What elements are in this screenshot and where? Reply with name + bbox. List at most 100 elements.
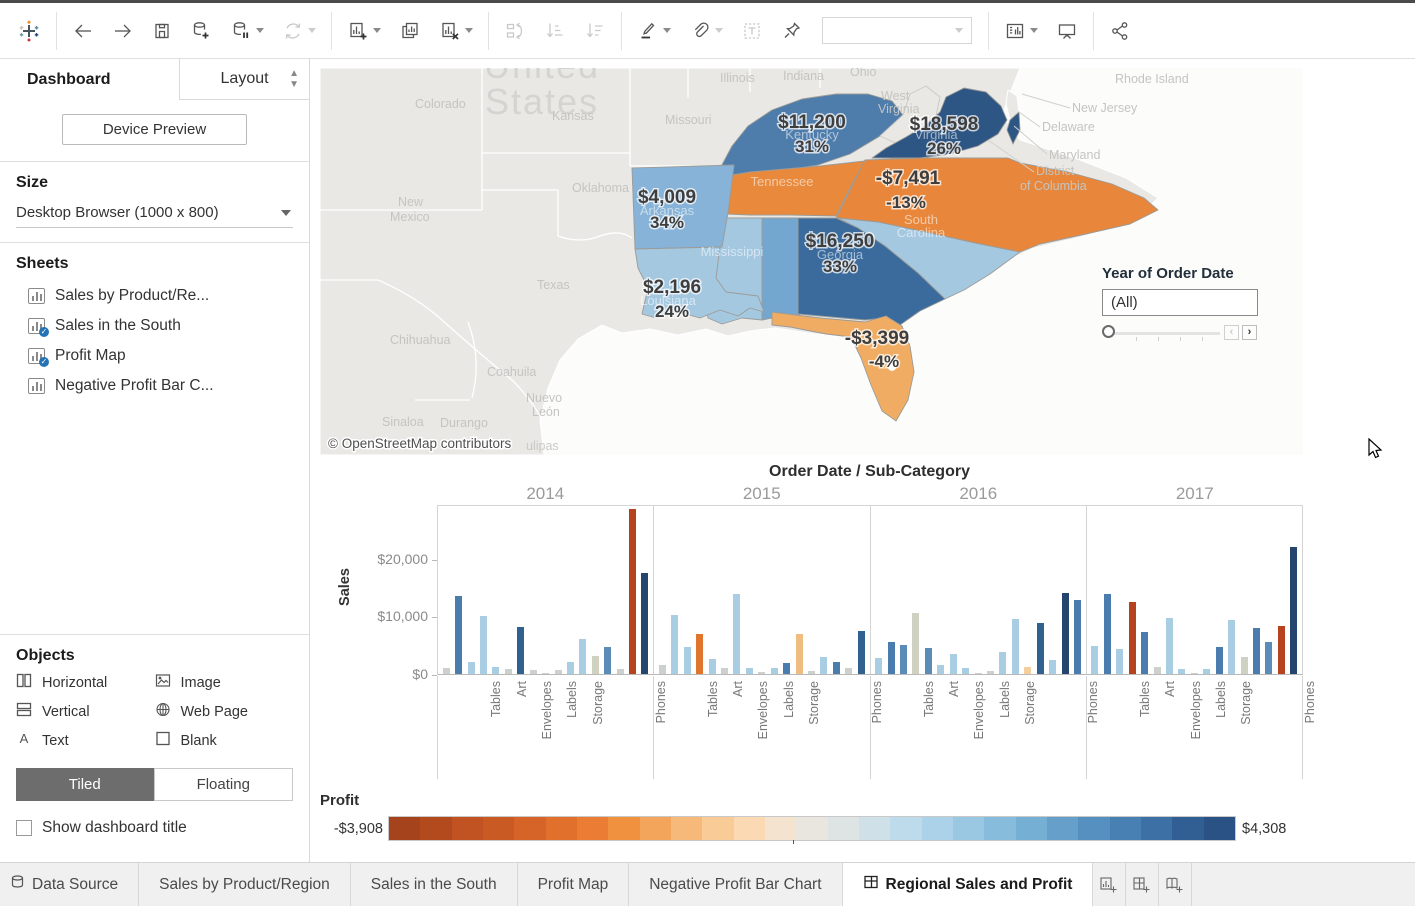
sales-bar[interactable] [783, 663, 790, 674]
sales-bar[interactable] [468, 662, 475, 674]
fit-selector-caret[interactable] [955, 28, 963, 33]
sheet-list-item[interactable]: ✓Sales in the South [16, 311, 293, 341]
sales-bar[interactable] [1203, 669, 1210, 674]
show-hide-cards-caret[interactable] [1030, 28, 1038, 33]
sales-bar[interactable] [455, 596, 462, 674]
fit-selector[interactable] [822, 17, 972, 44]
sales-bar[interactable] [1116, 649, 1123, 674]
sales-bar[interactable] [1290, 547, 1297, 674]
slider-next-button[interactable]: › [1242, 325, 1257, 340]
slider-prev-button[interactable]: ‹ [1224, 325, 1239, 340]
sheet-tab-negative-profit-bar-chart[interactable]: Negative Profit Bar Chart [629, 863, 842, 906]
sales-bar[interactable] [796, 634, 803, 674]
sales-bar[interactable] [696, 634, 703, 674]
sales-bar[interactable] [505, 669, 512, 674]
tab-layout[interactable]: Layout ▲▼ [179, 59, 309, 100]
floating-button[interactable]: Floating [154, 768, 294, 801]
sheet-tab-sales-in-the-south[interactable]: Sales in the South [351, 863, 518, 906]
sales-bar[interactable] [1241, 657, 1248, 674]
sales-bar[interactable] [517, 627, 524, 674]
sales-bar[interactable] [1104, 594, 1111, 674]
sales-bar[interactable] [1154, 667, 1161, 674]
new-worksheet-icon[interactable] [338, 11, 390, 51]
sales-bar[interactable] [492, 667, 499, 674]
sales-bar[interactable] [1129, 602, 1136, 674]
sales-bar[interactable] [808, 671, 815, 674]
sales-bar[interactable] [480, 616, 487, 674]
sales-bar[interactable] [1228, 620, 1235, 674]
sales-bar[interactable] [1012, 619, 1019, 674]
sales-bar[interactable] [820, 657, 827, 674]
sheet-tab-data-source[interactable]: Data Source [0, 863, 139, 906]
sheet-list-item[interactable]: Negative Profit Bar C... [16, 371, 293, 401]
sales-bar[interactable] [1091, 646, 1098, 674]
sales-bar[interactable] [746, 668, 753, 674]
sales-bar[interactable] [845, 668, 852, 674]
size-dropdown[interactable]: Desktop Browser (1000 x 800) [16, 200, 293, 228]
slider-handle[interactable] [1102, 325, 1115, 338]
presentation-mode-icon[interactable] [1047, 11, 1087, 51]
map-attribution[interactable]: © OpenStreetMap contributors [328, 436, 512, 451]
duplicate-sheet-icon[interactable] [390, 11, 430, 51]
slider-track[interactable] [1110, 332, 1220, 335]
new-story-button[interactable] [1159, 863, 1192, 906]
sales-bar[interactable] [833, 662, 840, 674]
share-icon[interactable] [1100, 11, 1140, 51]
sales-bar[interactable] [1253, 628, 1260, 674]
sales-bar[interactable] [771, 668, 778, 674]
sales-bar[interactable] [530, 670, 537, 674]
new-dashboard-button[interactable] [1126, 863, 1159, 906]
sales-bar[interactable] [1049, 660, 1056, 674]
group-members-icon[interactable] [680, 11, 732, 51]
sales-bar[interactable] [1265, 642, 1272, 674]
sales-bar[interactable] [987, 671, 994, 674]
sales-bar[interactable] [604, 647, 611, 674]
profit-legend-gradient[interactable] [388, 816, 1236, 841]
sales-bar[interactable] [925, 648, 932, 674]
sales-bar[interactable] [1166, 618, 1173, 674]
sales-bar[interactable] [629, 509, 636, 674]
sales-bar[interactable] [999, 652, 1006, 674]
highlight-icon[interactable] [628, 11, 680, 51]
sales-bar[interactable] [975, 673, 982, 674]
sales-bar[interactable] [1191, 673, 1198, 674]
sales-bar[interactable] [684, 647, 691, 674]
object-item-text[interactable]: AText [16, 731, 155, 750]
sales-bar[interactable] [950, 654, 957, 674]
sales-bar[interactable] [1178, 669, 1185, 674]
show-dashboard-title-checkbox[interactable] [16, 820, 32, 836]
sales-bar[interactable] [617, 669, 624, 674]
sales-bar[interactable] [709, 659, 716, 674]
undo-icon[interactable] [63, 11, 103, 51]
sales-bar[interactable] [542, 673, 549, 674]
sales-bar[interactable] [733, 594, 740, 674]
sales-bar[interactable] [1024, 667, 1031, 674]
tab-dashboard[interactable]: Dashboard [0, 59, 179, 100]
new-worksheet-button[interactable] [1093, 863, 1126, 906]
device-preview-button[interactable]: Device Preview [62, 114, 247, 145]
clear-sheet-caret[interactable] [465, 28, 473, 33]
profit-map[interactable]: United States ColoradoKansasMissouriIlli… [320, 68, 1303, 455]
sales-bar[interactable] [1278, 626, 1285, 674]
year-filter-dropdown[interactable]: (All) [1102, 289, 1258, 316]
object-item-blank[interactable]: Blank [155, 731, 294, 750]
new-worksheet-caret[interactable] [373, 28, 381, 33]
object-item-web-page[interactable]: Web Page [155, 702, 294, 721]
tiled-button[interactable]: Tiled [16, 768, 154, 801]
tableau-logo-icon[interactable] [8, 11, 50, 51]
sheet-list-item[interactable]: Sales by Product/Re... [16, 281, 293, 311]
sales-bar[interactable] [900, 645, 907, 674]
sheet-tab-profit-map[interactable]: Profit Map [518, 863, 630, 906]
sales-bar[interactable] [567, 662, 574, 674]
sales-bar[interactable] [888, 642, 895, 674]
sales-bar[interactable] [1037, 623, 1044, 674]
sales-bar[interactable] [858, 631, 865, 674]
sales-bar[interactable] [659, 665, 666, 674]
sales-bar[interactable] [962, 668, 969, 674]
object-item-vertical[interactable]: Vertical [16, 702, 155, 721]
sales-bar[interactable] [555, 670, 562, 674]
sales-bar-chart[interactable] [437, 505, 1303, 675]
sales-bar[interactable] [579, 639, 586, 674]
fix-axes-icon[interactable] [772, 11, 812, 51]
sales-bar[interactable] [443, 668, 450, 674]
